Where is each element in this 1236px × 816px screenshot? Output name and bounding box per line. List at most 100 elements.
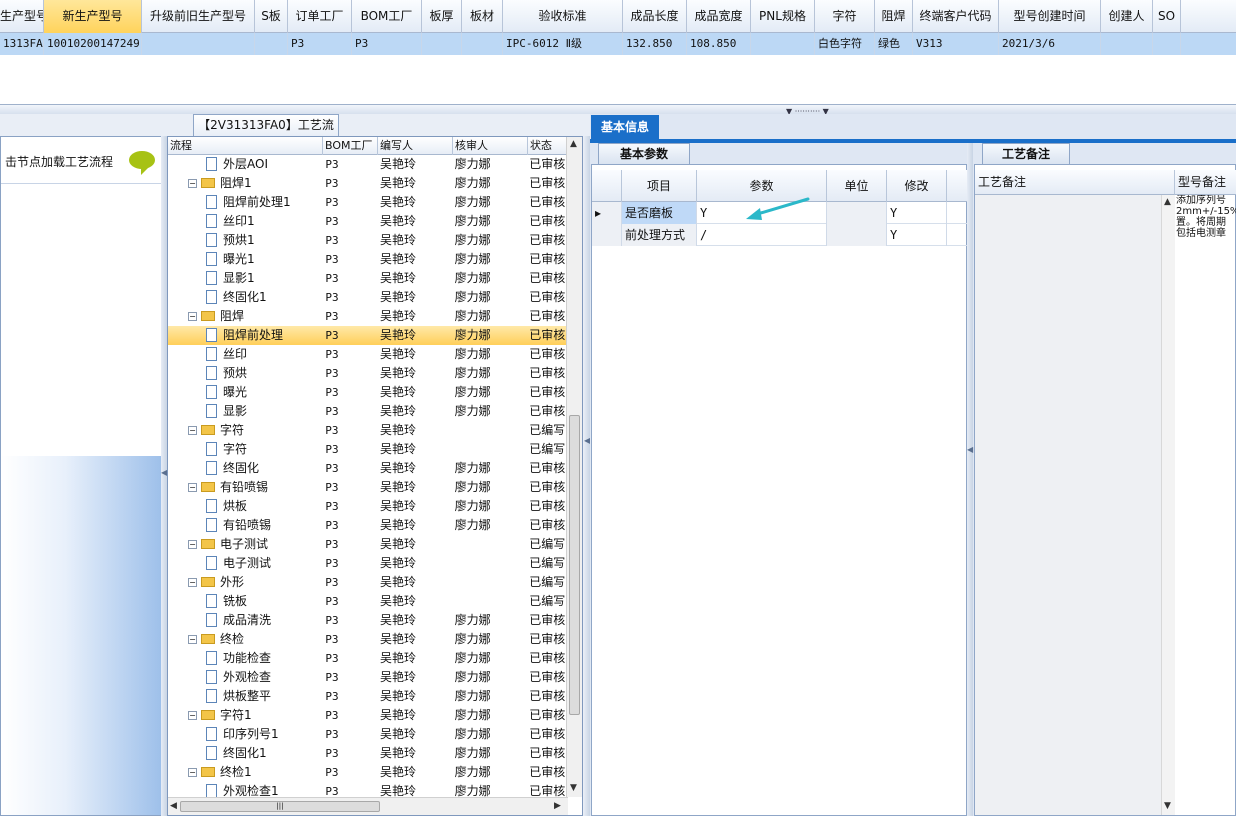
tree-node[interactable]: 外观检查1 [168, 782, 322, 797]
grid-cell[interactable] [1101, 33, 1153, 55]
notes-scroll-down-icon[interactable]: ▼ [1164, 801, 1171, 811]
tree-row[interactable]: 预烘 P3 吴艳玲 廖力娜 已审核 [168, 364, 566, 383]
scroll-right-icon[interactable]: ▶ [554, 801, 561, 811]
tree-node[interactable]: 预烘 [168, 364, 322, 383]
product-grid-row[interactable]: 1313FA010010200147249 P3P3 IPC-6012 Ⅱ级132.… [0, 33, 1236, 55]
tree-column-header[interactable]: 编写人 [378, 137, 453, 155]
tree-row[interactable]: 烘板 P3 吴艳玲 廖力娜 已审核 [168, 497, 566, 516]
tree-node[interactable]: − 终检1 [168, 763, 322, 782]
tree-row[interactable]: − 终检1 P3 吴艳玲 廖力娜 已审核 [168, 763, 566, 782]
params-cell-item[interactable]: 是否磨板 [622, 202, 697, 224]
tree-row[interactable]: − 阻焊 P3 吴艳玲 廖力娜 已审核 [168, 307, 566, 326]
collapse-params-icon[interactable]: ◀ [967, 445, 973, 454]
collapse-icon[interactable]: − [188, 768, 197, 777]
tree-row[interactable]: 有铅喷锡 P3 吴艳玲 廖力娜 已审核 [168, 516, 566, 535]
column-header[interactable]: 订单工厂 [288, 0, 352, 33]
tree-row[interactable]: 字符 P3 吴艳玲 已编写 [168, 440, 566, 459]
tree-row[interactable]: 印序列号1 P3 吴艳玲 廖力娜 已审核 [168, 725, 566, 744]
collapse-icon[interactable]: − [188, 540, 197, 549]
tree-row[interactable]: − 电子测试 P3 吴艳玲 已编写 [168, 535, 566, 554]
column-header[interactable]: 升级前旧生产型号 [142, 0, 255, 33]
notes-scroll-up-icon[interactable]: ▲ [1164, 197, 1171, 207]
tree-node[interactable]: 烘板整平 [168, 687, 322, 706]
column-header[interactable]: 创建人 [1101, 0, 1153, 33]
column-header[interactable]: 阻焊 [875, 0, 913, 33]
process-tree[interactable]: 外层AOI P3 吴艳玲 廖力娜 已审核 − 阻焊1 P3 吴艳玲 廖力娜 已审核 阻焊前处理1 P3 吴… [168, 155, 566, 797]
tree-row[interactable]: 成品清洗 P3 吴艳玲 廖力娜 已审核 [168, 611, 566, 630]
notes-vertical-splitter[interactable]: ◀ [967, 143, 973, 816]
tree-row[interactable]: 阻焊前处理1 P3 吴艳玲 廖力娜 已审核 [168, 193, 566, 212]
collapse-icon[interactable]: − [188, 179, 197, 188]
tree-node[interactable]: 印序列号1 [168, 725, 322, 744]
tree-node[interactable]: 终固化1 [168, 288, 322, 307]
column-header[interactable]: SO [1153, 0, 1181, 33]
column-header[interactable]: 板材 [462, 0, 503, 33]
tab-basic-info[interactable]: 基本信息 [591, 115, 659, 139]
tree-node[interactable]: 电子测试 [168, 554, 322, 573]
tree-column-header[interactable]: BOM工厂 [323, 137, 378, 155]
grid-cell[interactable]: 绿色 [875, 33, 913, 55]
current-row-indicator-icon[interactable]: ▸ [592, 202, 622, 224]
grid-cell[interactable] [462, 33, 503, 55]
params-cell-modify[interactable]: Y [887, 224, 947, 246]
tree-row[interactable]: 功能检查 P3 吴艳玲 廖力娜 已审核 [168, 649, 566, 668]
left-panel-tree-area[interactable] [1, 184, 161, 456]
tree-row[interactable]: − 有铅喷锡 P3 吴艳玲 廖力娜 已审核 [168, 478, 566, 497]
tree-row[interactable]: 终固化1 P3 吴艳玲 廖力娜 已审核 [168, 288, 566, 307]
row-indicator[interactable] [592, 224, 622, 246]
tree-horizontal-scrollbar[interactable]: ◀ ||| ▶ [168, 797, 568, 815]
tree-node[interactable]: 字符 [168, 440, 322, 459]
tree-node[interactable]: 阻焊前处理1 [168, 193, 322, 212]
tree-node[interactable]: − 阻焊1 [168, 174, 322, 193]
tree-column-header[interactable]: 状态 [528, 137, 568, 155]
tree-row[interactable]: 外层AOI P3 吴艳玲 廖力娜 已审核 [168, 155, 566, 174]
tree-node[interactable]: 烘板 [168, 497, 322, 516]
column-header[interactable]: 验收标准 [503, 0, 623, 33]
params-cell-value[interactable]: / [697, 224, 827, 246]
tree-node[interactable]: 显影1 [168, 269, 322, 288]
params-column-header[interactable]: 修改 [887, 170, 947, 202]
params-cell-item[interactable]: 前处理方式 [622, 224, 697, 246]
tree-node[interactable]: 终固化1 [168, 744, 322, 763]
grid-cell[interactable]: 10010200147249 [44, 33, 142, 55]
tree-node[interactable]: − 外形 [168, 573, 322, 592]
tree-node[interactable]: 预烘1 [168, 231, 322, 250]
tree-row[interactable]: 预烘1 P3 吴艳玲 廖力娜 已审核 [168, 231, 566, 250]
column-header[interactable]: 新生产型号 [44, 0, 142, 33]
tree-row[interactable]: − 外形 P3 吴艳玲 已编写 [168, 573, 566, 592]
tree-node[interactable]: − 终检 [168, 630, 322, 649]
tree-row[interactable]: − 字符1 P3 吴艳玲 廖力娜 已审核 [168, 706, 566, 725]
tree-row[interactable]: 显影 P3 吴艳玲 廖力娜 已审核 [168, 402, 566, 421]
collapse-icon[interactable]: − [188, 483, 197, 492]
grid-cell[interactable]: 2021/3/6 [999, 33, 1101, 55]
params-column-header[interactable]: 项目 [622, 170, 697, 202]
grid-cell[interactable]: 108.850 [687, 33, 751, 55]
tree-node[interactable]: 丝印1 [168, 212, 322, 231]
model-notes-text[interactable]: 添加序列号 2mm+/-15% 置。将周期 包括电测章 [1176, 195, 1236, 239]
tree-node[interactable]: 曝光1 [168, 250, 322, 269]
tree-node[interactable]: − 字符 [168, 421, 322, 440]
grid-cell[interactable]: 132.850 [623, 33, 687, 55]
tree-vertical-scroll-thumb[interactable] [569, 415, 580, 715]
collapse-icon[interactable]: − [188, 711, 197, 720]
horizontal-splitter[interactable]: ▼ ·········· ▼ [0, 104, 1236, 116]
column-header[interactable]: 型号创建时间 [999, 0, 1101, 33]
tree-node[interactable]: 外观检查 [168, 668, 322, 687]
collapse-icon[interactable]: − [188, 426, 197, 435]
tree-row[interactable]: 丝印1 P3 吴艳玲 廖力娜 已审核 [168, 212, 566, 231]
tree-row[interactable]: 曝光 P3 吴艳玲 廖力娜 已审核 [168, 383, 566, 402]
tree-node[interactable]: 显影 [168, 402, 322, 421]
tree-node[interactable]: − 有铅喷锡 [168, 478, 322, 497]
tree-node[interactable]: 终固化 [168, 459, 322, 478]
tree-row[interactable]: 外观检查 P3 吴艳玲 廖力娜 已审核 [168, 668, 566, 687]
tree-row[interactable]: 终固化 P3 吴艳玲 廖力娜 已审核 [168, 459, 566, 478]
params-cell-unit[interactable] [827, 224, 887, 246]
tree-node[interactable]: 有铅喷锡 [168, 516, 322, 535]
tree-column-header[interactable]: 核审人 [453, 137, 528, 155]
column-header[interactable]: 板厚 [422, 0, 462, 33]
tree-node[interactable]: 曝光 [168, 383, 322, 402]
scroll-up-icon[interactable]: ▲ [570, 139, 577, 149]
collapse-icon[interactable]: − [188, 578, 197, 587]
grid-cell[interactable]: 1313FA0 [0, 33, 44, 55]
params-cell-modify[interactable]: Y [887, 202, 947, 224]
